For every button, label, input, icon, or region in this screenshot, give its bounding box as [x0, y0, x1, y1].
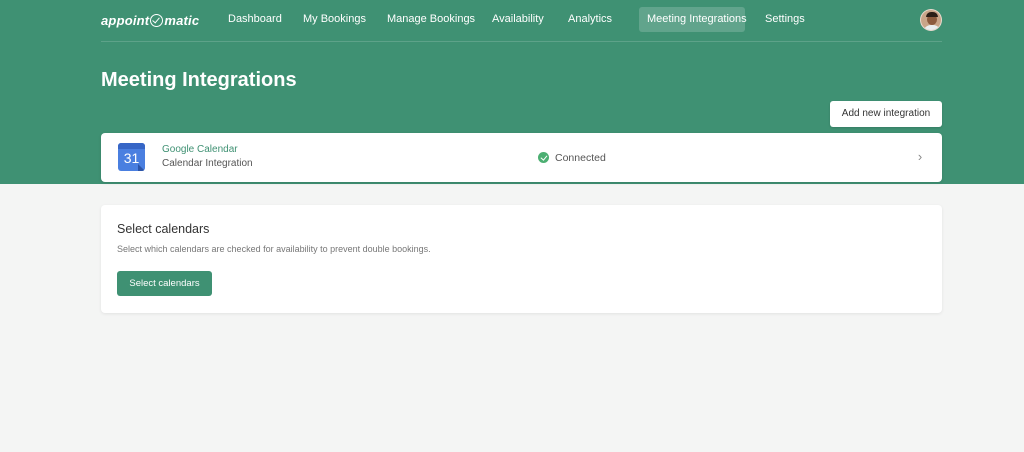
- select-calendars-description: Select which calendars are checked for a…: [117, 244, 431, 254]
- select-calendars-title: Select calendars: [117, 222, 210, 236]
- nav-item-settings[interactable]: Settings: [757, 7, 813, 32]
- calendar-icon-header: [118, 143, 145, 149]
- nav-item-availability[interactable]: Availability: [484, 7, 552, 32]
- user-avatar[interactable]: [920, 9, 942, 31]
- logo-check-icon: [150, 13, 164, 27]
- select-calendars-button[interactable]: Select calendars: [117, 271, 212, 296]
- integration-name[interactable]: Google Calendar: [162, 144, 238, 155]
- select-calendars-card: Select calendars Select which calendars …: [101, 205, 942, 313]
- connection-status-label: Connected: [555, 151, 606, 164]
- add-new-integration-button[interactable]: Add new integration: [830, 101, 942, 127]
- nav-item-dashboard[interactable]: Dashboard: [220, 7, 290, 32]
- logo-text-left: appoint: [101, 12, 150, 28]
- integration-row-google-calendar[interactable]: 31 Google Calendar Calendar Integration …: [101, 133, 942, 182]
- nav-item-analytics[interactable]: Analytics: [560, 7, 620, 32]
- nav-item-meeting-integrations[interactable]: Meeting Integrations: [639, 7, 747, 32]
- connection-status: Connected: [538, 151, 606, 164]
- check-circle-icon: [538, 152, 549, 163]
- chevron-right-icon[interactable]: ›: [913, 150, 927, 164]
- integration-type: Calendar Integration: [162, 158, 253, 169]
- nav-item-manage-bookings[interactable]: Manage Bookings: [379, 7, 483, 32]
- google-calendar-icon: 31: [118, 143, 145, 171]
- nav-item-my-bookings[interactable]: My Bookings: [295, 7, 374, 32]
- app-logo[interactable]: appoint matic: [101, 11, 199, 29]
- avatar-shirt: [923, 25, 941, 30]
- logo-text-right: matic: [164, 12, 200, 28]
- avatar-hair: [926, 12, 938, 17]
- page-title: Meeting Integrations: [101, 69, 297, 91]
- calendar-icon-fold: [138, 164, 145, 171]
- top-nav: appoint matic Dashboard My Bookings Mana…: [101, 0, 942, 42]
